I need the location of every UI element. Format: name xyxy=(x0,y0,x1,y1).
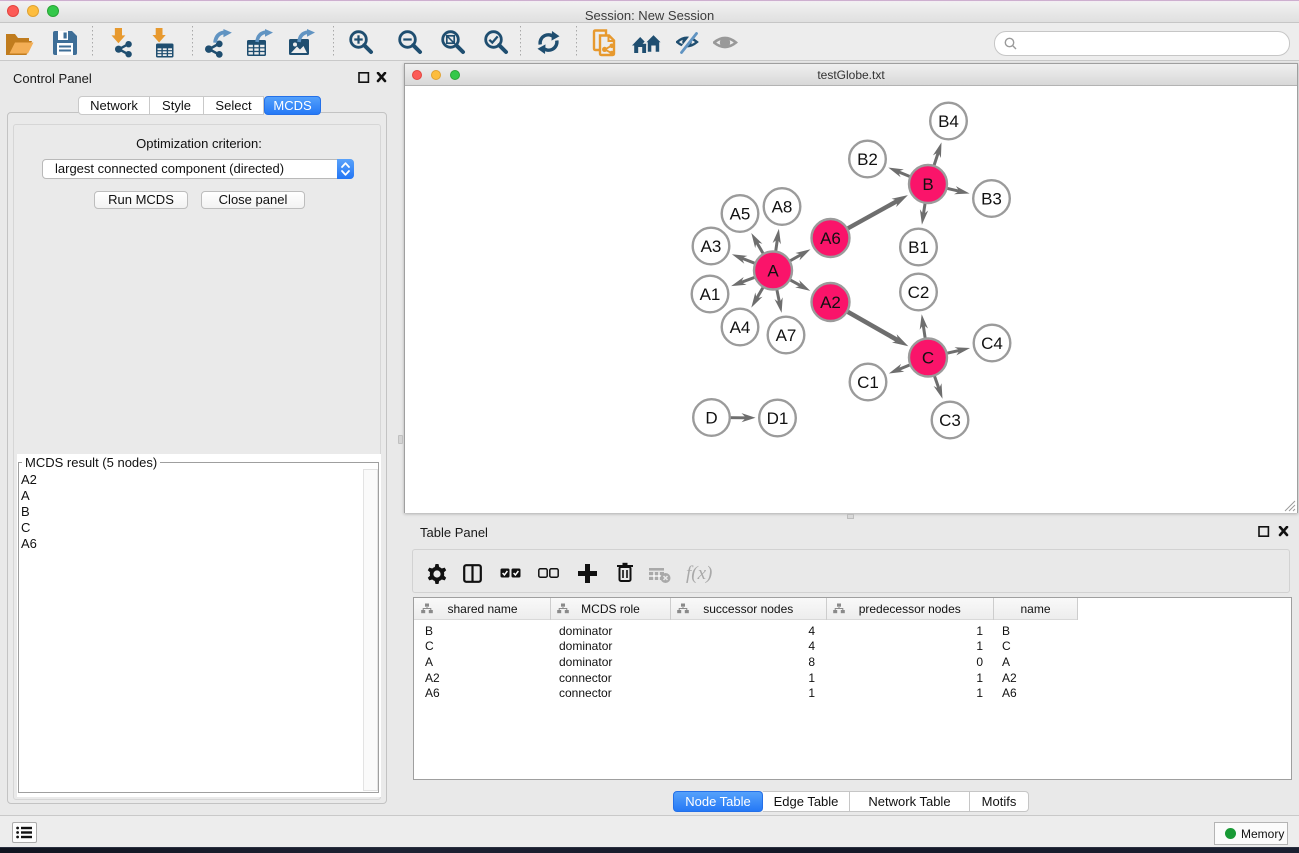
svg-text:A1: A1 xyxy=(700,285,721,304)
svg-text:C2: C2 xyxy=(908,283,930,302)
svg-text:D: D xyxy=(705,409,717,428)
svg-text:B3: B3 xyxy=(981,190,1002,209)
svg-text:C: C xyxy=(922,349,934,368)
svg-text:D1: D1 xyxy=(767,409,789,428)
svg-text:B2: B2 xyxy=(857,150,878,169)
svg-text:C1: C1 xyxy=(857,373,879,392)
svg-text:B1: B1 xyxy=(908,238,929,257)
svg-text:A: A xyxy=(767,262,779,281)
svg-text:A4: A4 xyxy=(730,318,751,337)
svg-text:A2: A2 xyxy=(820,293,841,312)
svg-text:A8: A8 xyxy=(772,198,793,217)
svg-text:B: B xyxy=(922,175,933,194)
svg-text:A7: A7 xyxy=(776,326,797,345)
svg-text:A6: A6 xyxy=(820,229,841,248)
svg-text:B4: B4 xyxy=(938,112,959,131)
svg-text:A3: A3 xyxy=(701,237,722,256)
svg-text:C4: C4 xyxy=(981,334,1003,353)
svg-text:A5: A5 xyxy=(730,205,751,224)
svg-text:C3: C3 xyxy=(939,411,961,430)
